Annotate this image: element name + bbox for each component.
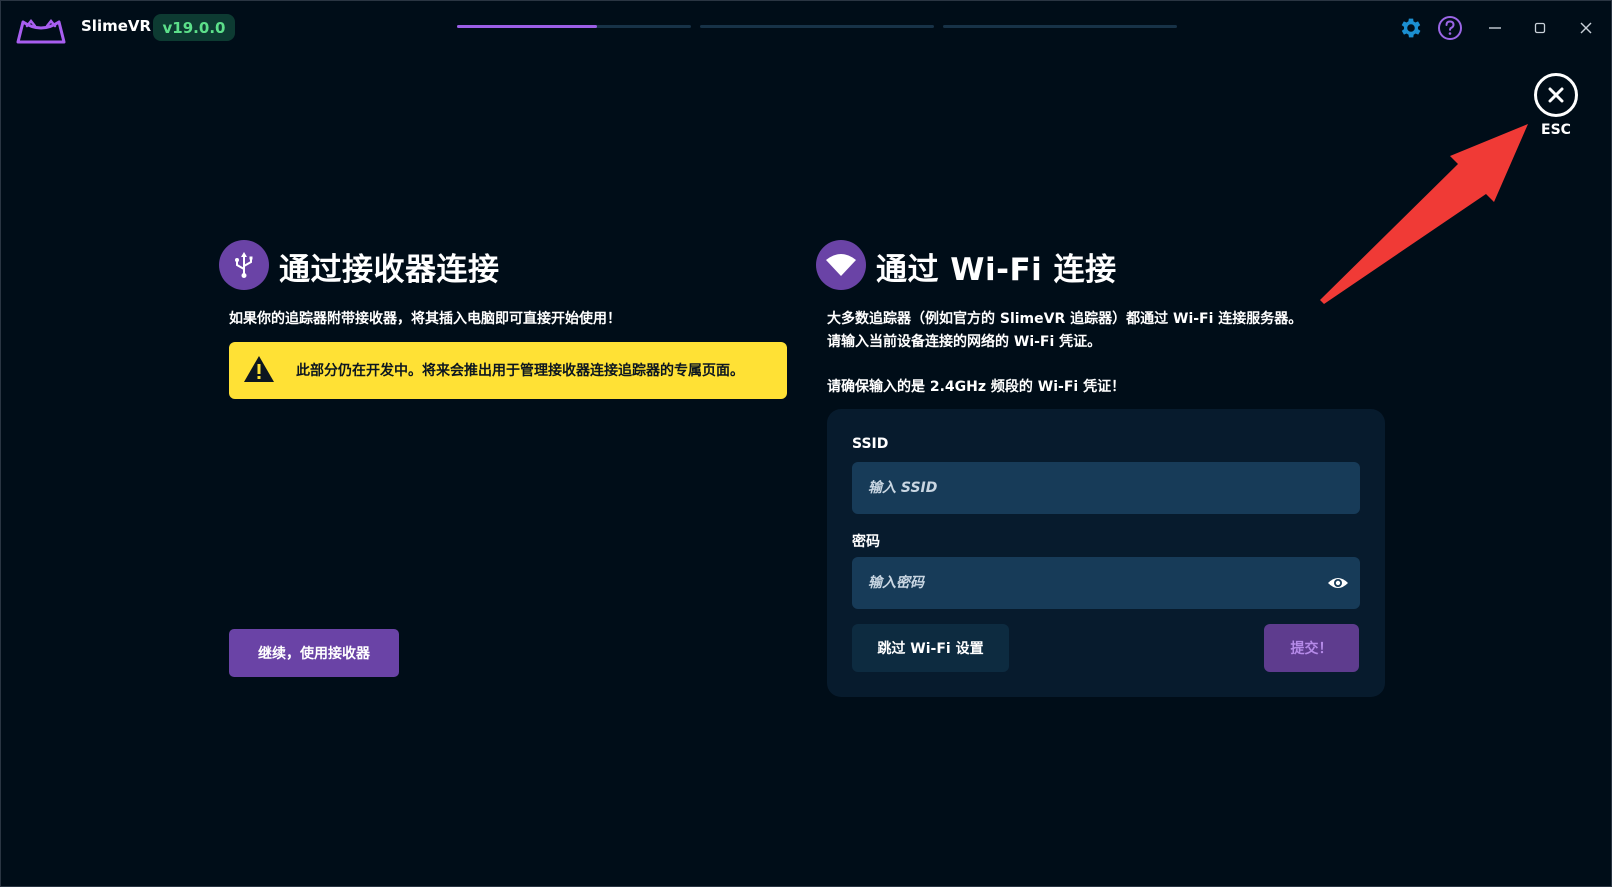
- ssid-input[interactable]: [852, 462, 1360, 514]
- close-window-button[interactable]: [1572, 14, 1600, 42]
- receiver-title: 通过接收器连接: [279, 252, 500, 288]
- usb-icon: [235, 252, 253, 278]
- step-progress-2: [700, 25, 934, 28]
- app-title: SlimeVR: [81, 17, 152, 35]
- warning-text: 此部分仍在开发中。将来会推出用于管理接收器连接追踪器的专属页面。: [296, 363, 744, 379]
- settings-button[interactable]: [1397, 14, 1425, 42]
- close-circle-icon: [1548, 87, 1564, 103]
- maximize-icon: [1534, 22, 1546, 34]
- close-icon: [1580, 22, 1592, 34]
- ssid-label: SSID: [852, 436, 889, 452]
- help-icon: [1438, 16, 1462, 40]
- continue-with-receiver-button[interactable]: 继续，使用接收器: [229, 629, 399, 677]
- step-progress-fill-1: [457, 25, 598, 28]
- annotation-arrow-icon: [1320, 124, 1528, 304]
- slimevr-window: SlimeVR v19.0.0 ESC 通过接收器连接 如果你的追踪器附带接收器…: [0, 0, 1612, 887]
- development-warning: 此部分仍在开发中。将来会推出用于管理接收器连接追踪器的专属页面。: [229, 342, 787, 399]
- step-progress-1: [457, 25, 691, 28]
- receiver-section-icon: [219, 240, 269, 290]
- minimize-button[interactable]: [1481, 14, 1509, 42]
- step-progress-3: [943, 25, 1177, 28]
- esc-close-button[interactable]: [1534, 73, 1578, 117]
- wifi-band-note: 请确保输入的是 2.4GHz 频段的 Wi-Fi 凭证！: [827, 379, 1126, 395]
- help-button[interactable]: [1436, 14, 1464, 42]
- warning-icon: [244, 356, 274, 382]
- version-badge: v19.0.0: [153, 14, 235, 41]
- slimevr-logo-icon: [16, 18, 66, 44]
- maximize-button[interactable]: [1526, 14, 1554, 42]
- wifi-icon: [826, 254, 856, 276]
- show-password-icon[interactable]: [1327, 572, 1349, 594]
- password-input[interactable]: [852, 557, 1360, 609]
- title-bar: SlimeVR v19.0.0: [0, 0, 1612, 56]
- receiver-description: 如果你的追踪器附带接收器，将其插入电脑即可直接开始使用！: [229, 311, 621, 327]
- esc-label: ESC: [1541, 122, 1571, 138]
- submit-button[interactable]: 提交！: [1264, 624, 1359, 672]
- password-label: 密码: [852, 534, 880, 550]
- skip-wifi-button[interactable]: 跳过 Wi-Fi 设置: [852, 624, 1009, 672]
- wifi-description-line1: 大多数追踪器（例如官方的 SlimeVR 追踪器）都通过 Wi-Fi 连接服务器…: [827, 311, 1303, 327]
- wifi-title: 通过 Wi-Fi 连接: [876, 252, 1117, 288]
- wifi-description-line2: 请输入当前设备连接的网络的 Wi-Fi 凭证。: [827, 334, 1102, 350]
- gear-icon: [1401, 18, 1421, 38]
- minimize-icon: [1489, 27, 1501, 29]
- wifi-section-icon: [816, 240, 866, 290]
